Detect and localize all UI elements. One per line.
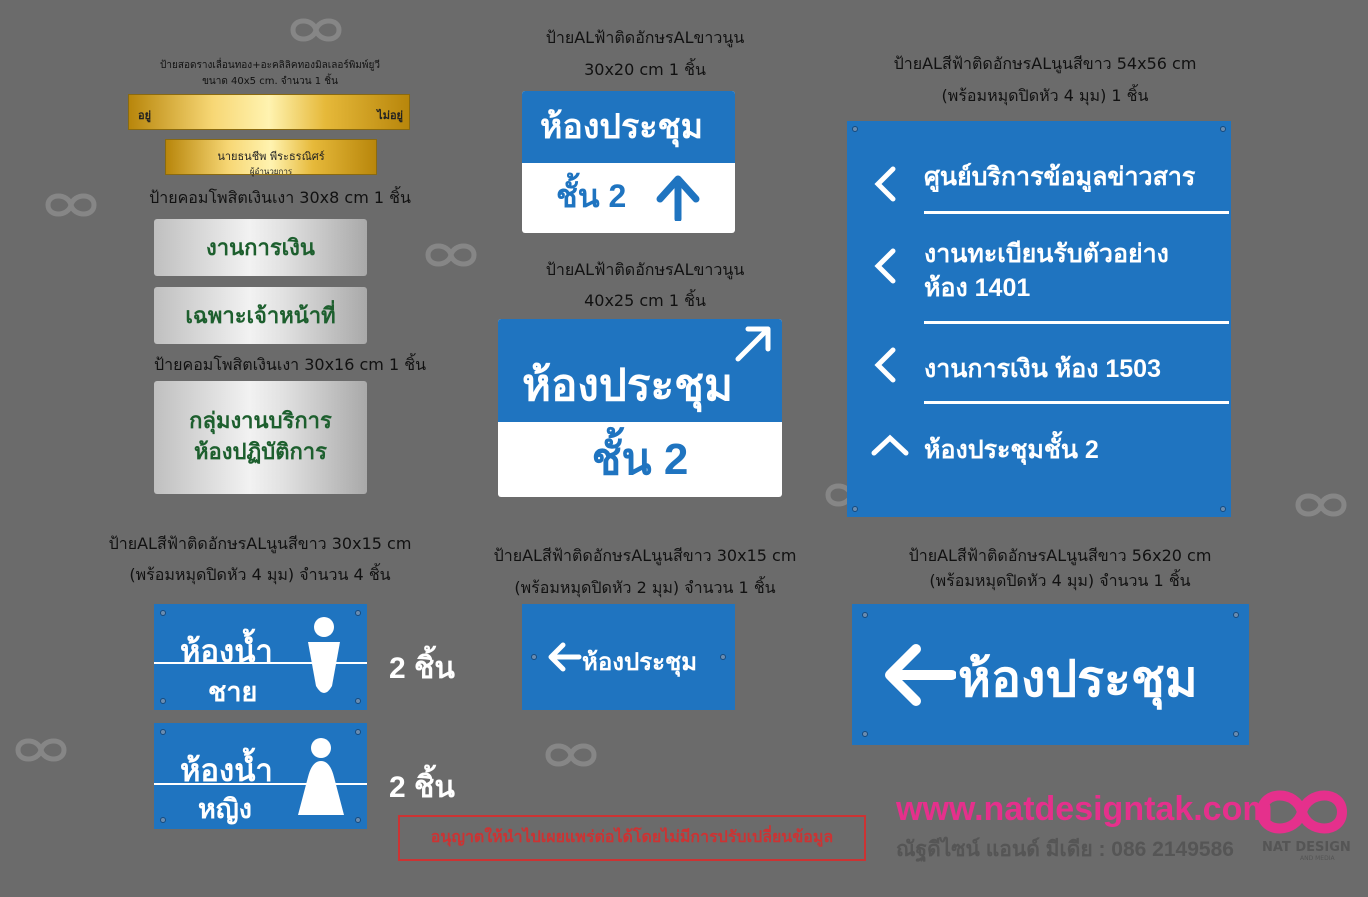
company-contact: ณัฐดีไซน์ แอนด์ มีเดีย : 086 2149586 — [896, 838, 1234, 861]
sign-30x20-bottom-text: ชั้น 2 — [556, 178, 627, 214]
screw-cap-icon — [355, 729, 361, 735]
brass-plate-in-label: อยู่ — [138, 109, 152, 122]
copyright-notice: อนุญาตให้นำไปเผยแพร่ต่อได้โดยไม่มีการปรั… — [398, 815, 866, 861]
directory-sign: ศูนย์บริการข้อมูลข่าวสาร งานทะเบียนรับตั… — [847, 121, 1231, 517]
arrow-left-icon — [548, 642, 582, 672]
screw-cap-icon — [355, 610, 361, 616]
screw-cap-icon — [720, 654, 726, 660]
directory-caption-line2: (พร้อมหมุดปิดหัว 4 มุม) 1 ชิ้น — [941, 86, 1149, 105]
restroom-male-count: 2 ชิ้น — [389, 652, 455, 685]
screw-cap-icon — [862, 612, 868, 618]
small-arrow-sign-text: ห้องประชุม — [582, 649, 698, 676]
restroom-female-count: 2 ชิ้น — [389, 771, 455, 804]
screw-cap-icon — [1233, 612, 1239, 618]
screw-cap-icon — [355, 698, 361, 704]
screw-cap-icon — [355, 817, 361, 823]
large-arrow-sign-text: ห้องประชุม — [958, 651, 1198, 707]
brass-plate-caption-line1: ป้ายสอดรางเลื่อนทอง+อะคลิลิคทองมิลเลอร์พ… — [160, 60, 380, 71]
watermark-logo-icon — [15, 738, 67, 762]
silver-plate-service-group: กลุ่มงานบริการ ห้องปฏิบัติการ — [154, 381, 367, 494]
screw-cap-icon — [160, 610, 166, 616]
screw-cap-icon — [1233, 731, 1239, 737]
large-arrow-sign: ห้องประชุม — [852, 604, 1249, 745]
directory-item-3-line1: งานการเงิน ห้อง 1503 — [924, 355, 1161, 383]
sign-40x25-caption-line1: ป้ายALฟ้าติดอักษรALขาวนูน — [545, 260, 745, 279]
chevron-left-icon — [874, 166, 896, 202]
restroom-male-line2: ชาย — [208, 677, 258, 707]
divider — [924, 211, 1229, 214]
screw-cap-icon — [1220, 506, 1226, 512]
silver-plate-staff-only: เฉพาะเจ้าหน้าที่ — [154, 287, 367, 344]
silver-large-caption: ป้ายคอมโพสิตเงินเงา 30x16 cm 1 ชิ้น — [153, 355, 427, 374]
screw-cap-icon — [1220, 126, 1226, 132]
watermark-logo-icon — [425, 243, 477, 267]
screw-cap-icon — [852, 506, 858, 512]
chevron-left-icon — [874, 248, 896, 284]
brass-plate-position: ผู้อำนวยการ — [249, 167, 293, 176]
restroom-male-line1: ห้องน้ำ — [180, 634, 273, 669]
sign-30x20-caption-line2: 30x20 cm 1 ชิ้น — [584, 60, 706, 79]
screw-cap-icon — [862, 731, 868, 737]
screw-cap-icon — [160, 817, 166, 823]
brass-name-plate: นายธนชีพ พีระธรณิศร์ ผู้อำนวยการ — [165, 139, 377, 176]
large-arrow-caption-line2: (พร้อมหมุดปิดหัว 4 มุม) จำนวน 1 ชิ้น — [929, 571, 1191, 590]
arrow-left-icon — [885, 644, 956, 706]
restroom-caption-line2: (พร้อมหมุดปิดหัว 4 มุม) จำนวน 4 ชิ้น — [129, 565, 391, 584]
restroom-caption-line1: ป้ายALสีฟ้าติดอักษรALนูนสีขาว 30x15 cm — [108, 534, 412, 553]
brass-plate-out-label: ไม่อยู่ — [377, 109, 403, 122]
screw-cap-icon — [160, 698, 166, 704]
directory-item-4-line1: ห้องประชุมชั้น 2 — [924, 436, 1099, 464]
restroom-sign-male: ห้องน้ำ ชาย — [154, 604, 367, 710]
arrow-up-right-icon — [735, 326, 771, 362]
brand-logo-text: NAT DESIGN — [1262, 840, 1351, 855]
directory-item-2-line2: ห้อง 1401 — [924, 274, 1031, 302]
small-arrow-sign: ห้องประชุม — [522, 604, 735, 710]
website-url: www.natdesigntak.com — [896, 790, 1273, 828]
sign-40x25-caption-line2: 40x25 cm 1 ชิ้น — [584, 291, 706, 310]
screw-cap-icon — [531, 654, 537, 660]
sign-30x20: ห้องประชุม ชั้น 2 — [522, 91, 735, 233]
female-person-icon — [298, 738, 344, 815]
screw-cap-icon — [160, 729, 166, 735]
arrow-up-icon — [656, 175, 700, 221]
brass-slider-plate: อยู่ ไม่อยู่ — [128, 94, 410, 130]
sign-40x25-bottom-text: ชั้น 2 — [591, 435, 689, 484]
chevron-up-icon — [871, 434, 909, 456]
brass-plate-caption-line2: ขนาด 40x5 cm. จำนวน 1 ชิ้น — [202, 76, 338, 87]
divider — [924, 321, 1229, 324]
brand-logo-icon — [1256, 790, 1348, 834]
watermark-logo-icon — [290, 18, 342, 42]
sign-30x20-caption-line1: ป้ายALฟ้าติดอักษรALขาวนูน — [545, 28, 745, 47]
directory-caption-line1: ป้ายALสีฟ้าติดอักษรALนูนสีขาว 54x56 cm — [893, 54, 1197, 73]
sign-40x25: ห้องประชุม ชั้น 2 — [498, 319, 782, 497]
small-arrow-caption-line2: (พร้อมหมุดปิดหัว 2 มุม) จำนวน 1 ชิ้น — [514, 578, 776, 597]
brass-plate-name: นายธนชีพ พีระธรณิศร์ — [217, 150, 325, 163]
silver-plate-line1: กลุ่มงานบริการ — [189, 408, 332, 433]
silver-small-caption: ป้ายคอมโพสิตเงินเงา 30x8 cm 1 ชิ้น — [149, 188, 411, 207]
directory-item-1-line1: ศูนย์บริการข้อมูลข่าวสาร — [924, 163, 1196, 191]
screw-cap-icon — [852, 126, 858, 132]
restroom-sign-female: ห้องน้ำ หญิง — [154, 723, 367, 829]
restroom-female-line2: หญิง — [198, 794, 252, 824]
silver-plate-line2: ห้องปฏิบัติการ — [194, 439, 327, 464]
chevron-left-icon — [874, 347, 896, 383]
watermark-logo-icon — [545, 743, 597, 767]
divider — [924, 401, 1229, 404]
watermark-logo-icon — [1295, 493, 1347, 517]
sign-30x20-top-text: ห้องประชุม — [522, 91, 735, 163]
silver-plate-finance: งานการเงิน — [154, 219, 367, 276]
watermark-logo-icon — [45, 193, 97, 217]
male-person-icon — [308, 617, 340, 693]
brand-logo-subtext: AND MEDIA — [1300, 855, 1335, 862]
small-arrow-caption-line1: ป้ายALสีฟ้าติดอักษรALนูนสีขาว 30x15 cm — [493, 546, 797, 565]
